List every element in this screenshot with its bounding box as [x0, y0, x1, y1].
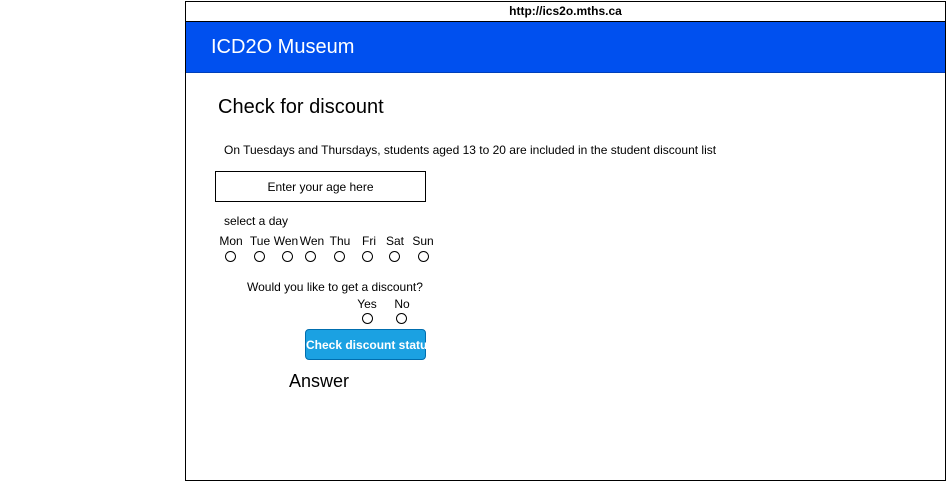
day-label-mon: Mon — [219, 234, 243, 248]
day-label-sun: Sun — [412, 234, 434, 248]
page-title: Check for discount — [218, 96, 384, 118]
day-label-thu: Thu — [329, 234, 351, 248]
discount-question: Would you like to get a discount? — [247, 280, 423, 294]
day-label-fri: Fri — [362, 234, 376, 248]
day-radio-tue[interactable] — [254, 251, 265, 262]
day-radio-thu[interactable] — [334, 251, 345, 262]
browser-window: http://ics2o.mths.ca ICD2O Museum Check … — [185, 1, 946, 481]
site-header: ICD2O Museum — [186, 22, 945, 73]
check-discount-button[interactable]: Check discount status — [305, 329, 434, 360]
day-label-sat: Sat — [385, 234, 405, 248]
day-radio-sat[interactable] — [389, 251, 400, 262]
day-radio-sun[interactable] — [418, 251, 429, 262]
day-radio-mon[interactable] — [225, 251, 236, 262]
yes-label: Yes — [357, 297, 377, 311]
url-text: http://ics2o.mths.ca — [509, 4, 622, 18]
day-select-label: select a day — [224, 214, 289, 228]
age-input[interactable] — [215, 171, 426, 202]
day-radio-wen[interactable] — [282, 251, 293, 262]
discount-no-radio[interactable] — [396, 313, 407, 324]
day-radio-wen-2[interactable] — [305, 251, 316, 262]
day-radio-fri[interactable] — [362, 251, 373, 262]
no-label: No — [394, 297, 410, 311]
day-label-wen-2: Wen — [299, 234, 325, 248]
discount-yes-radio[interactable] — [362, 313, 373, 324]
day-label-wen: Wen — [273, 234, 299, 248]
site-title: ICD2O Museum — [211, 36, 355, 58]
day-label-tue: Tue — [249, 234, 271, 248]
answer-text: Answer — [289, 371, 350, 391]
discount-info-text: On Tuesdays and Thursdays, students aged… — [224, 143, 717, 157]
url-bar[interactable]: http://ics2o.mths.ca — [186, 2, 945, 22]
